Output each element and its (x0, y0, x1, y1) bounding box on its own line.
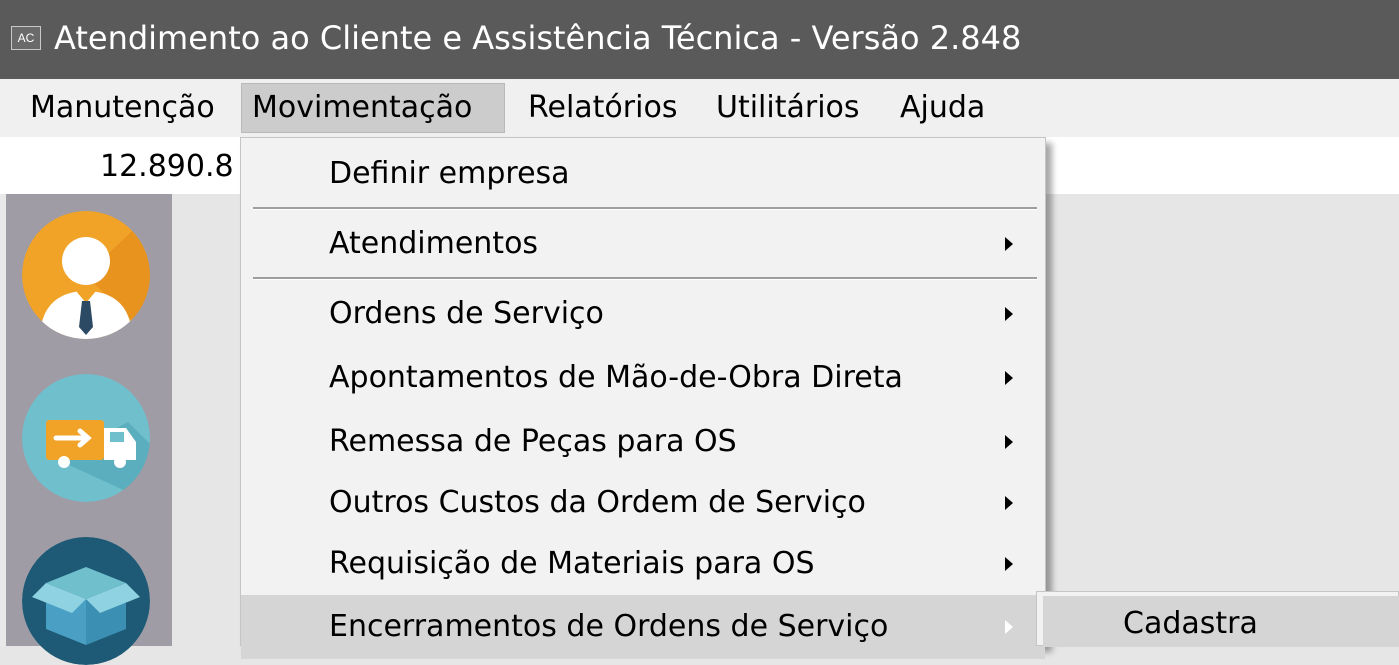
menu-item-encerramentos[interactable]: Encerramentos de Ordens de Serviço (241, 595, 1045, 659)
menu-item-label: Encerramentos de Ordens de Serviço (329, 609, 889, 644)
sidebar-user-button[interactable] (22, 211, 150, 339)
truck-icon (22, 374, 150, 502)
menu-utilitarios[interactable]: Utilitários (706, 79, 870, 137)
app-icon[interactable]: AC (11, 26, 41, 50)
menu-bar: Manutenção Movimentação Relatórios Utili… (0, 79, 1399, 137)
submenu-arrow-icon (1005, 620, 1013, 634)
title-bar: AC Atendimento ao Cliente e Assistência … (0, 0, 1399, 79)
submenu-arrow-icon (1005, 237, 1013, 251)
menu-item-requisicao-materiais[interactable]: Requisição de Materiais para OS (241, 532, 1045, 596)
menu-item-definir-empresa[interactable]: Definir empresa (241, 142, 1045, 206)
menu-ajuda[interactable]: Ajuda (890, 79, 995, 137)
menu-movimentacao[interactable]: Movimentação (241, 83, 505, 133)
menu-item-label: Requisição de Materiais para OS (329, 546, 815, 581)
encerramentos-submenu: Cadastra (1036, 591, 1399, 647)
menu-item-label: Outros Custos da Ordem de Serviço (329, 485, 866, 520)
status-value: 12.890.8 (100, 149, 234, 184)
submenu-arrow-icon (1005, 371, 1013, 385)
menu-separator (253, 277, 1037, 280)
submenu-arrow-icon (1005, 435, 1013, 449)
menu-item-apontamentos[interactable]: Apontamentos de Mão-de-Obra Direta (241, 346, 1045, 410)
sidebar-divider (0, 194, 6, 646)
menu-item-label: Remessa de Peças para OS (329, 424, 737, 459)
submenu-arrow-icon (1005, 496, 1013, 510)
menu-item-label: Atendimentos (329, 226, 539, 261)
menu-relatorios[interactable]: Relatórios (518, 79, 687, 137)
submenu-item-cadastra[interactable]: Cadastra (1043, 596, 1399, 647)
menu-item-outros-custos[interactable]: Outros Custos da Ordem de Serviço (241, 471, 1045, 535)
menu-manutencao[interactable]: Manutenção (20, 79, 225, 137)
sidebar-remessa-button[interactable] (22, 374, 150, 502)
movimentacao-dropdown: Definir empresa Atendimentos Ordens de S… (240, 137, 1046, 659)
submenu-arrow-icon (1005, 557, 1013, 571)
menu-item-label: Apontamentos de Mão-de-Obra Direta (329, 360, 903, 395)
menu-separator (253, 207, 1037, 210)
window-title: Atendimento ao Cliente e Assistência Téc… (54, 19, 1022, 57)
submenu-arrow-icon (1005, 307, 1013, 321)
submenu-item-label: Cadastra (1123, 606, 1258, 641)
menu-item-atendimentos[interactable]: Atendimentos (241, 212, 1045, 276)
menu-item-label: Definir empresa (329, 156, 570, 191)
user-icon (22, 211, 150, 339)
menu-item-ordens-servico[interactable]: Ordens de Serviço (241, 282, 1045, 346)
menu-item-remessa-pecas[interactable]: Remessa de Peças para OS (241, 410, 1045, 474)
menu-item-label: Ordens de Serviço (329, 296, 604, 331)
